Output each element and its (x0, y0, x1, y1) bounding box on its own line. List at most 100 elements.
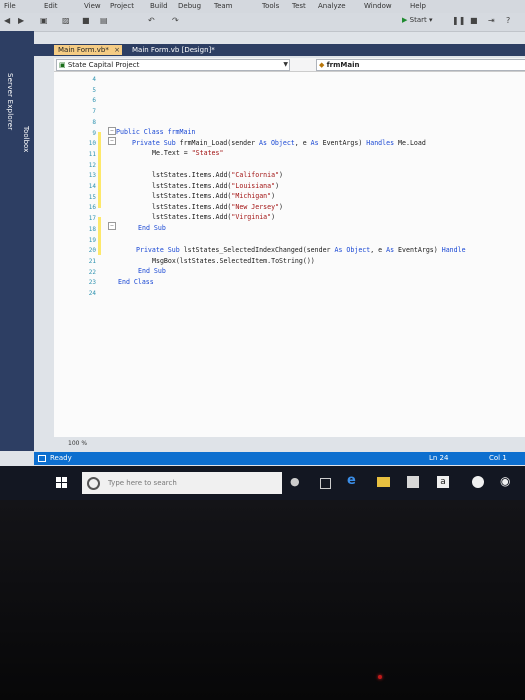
code-text: ) (271, 213, 276, 221)
code-text: EventArgs) (318, 139, 367, 147)
line-number: 9 (92, 129, 96, 137)
new-project-icon[interactable]: ▣ (40, 16, 48, 25)
start-label: Start (409, 16, 427, 24)
project-dropdown[interactable]: ▣ State Capital Project ▼ (56, 59, 290, 71)
save-icon[interactable]: ■ (82, 16, 90, 25)
task-view-icon[interactable] (320, 478, 331, 489)
code-line: lstStates.Items.Add("Virginia") (152, 213, 275, 221)
back-icon[interactable]: ◀ (4, 16, 10, 25)
status-ready: Ready (50, 454, 72, 462)
edge-icon[interactable]: e (347, 473, 360, 488)
keyword: Handles (366, 139, 395, 147)
menu-help[interactable]: Help (410, 2, 426, 10)
code-text: lstStates.Items.Add( (152, 213, 232, 221)
line-number: 24 (88, 290, 96, 297)
collapse-icon[interactable]: − (108, 222, 116, 230)
status-line: Ln 24 (429, 454, 449, 462)
keyword: As (386, 246, 395, 254)
project-dropdown-value: State Capital Project (67, 61, 140, 69)
store-icon[interactable] (407, 476, 419, 488)
forward-icon[interactable]: ▶ (18, 16, 24, 25)
amazon-icon[interactable]: a (437, 476, 449, 488)
line-number: 14 (88, 183, 96, 190)
menu-bar: File Edit View Project Build Debug Team … (0, 0, 525, 13)
code-text: Me.Load (394, 139, 426, 147)
line-number: 11 (88, 150, 96, 158)
menu-edit[interactable]: Edit (44, 2, 58, 10)
keyword: As (310, 139, 319, 147)
keyword: As Object (334, 246, 371, 254)
code-text: ) (275, 182, 280, 190)
line-number: 21 (88, 257, 96, 265)
menu-debug[interactable]: Debug (178, 2, 201, 10)
save-all-icon[interactable]: ▤ (100, 16, 108, 25)
code-line: Private Sub lstStates_SelectedIndexChang… (136, 246, 466, 254)
collapse-icon[interactable]: − (108, 127, 116, 135)
menu-file[interactable]: File (4, 2, 16, 10)
toolbox-tab[interactable]: Toolbox (22, 126, 30, 152)
taskbar-search-box[interactable]: Type here to search (82, 472, 282, 494)
line-number: 19 (88, 236, 96, 244)
indicator-light (378, 675, 382, 679)
server-explorer-tab[interactable]: Server Explorer (6, 73, 14, 130)
keyword: Private Sub (136, 246, 180, 254)
laptop-bezel (0, 500, 525, 700)
menu-build[interactable]: Build (150, 2, 168, 10)
chrome-icon[interactable]: ◉ (500, 474, 513, 488)
code-line: End Class (118, 278, 154, 286)
changed-lines-marker (98, 132, 101, 208)
app-icon[interactable] (472, 476, 484, 488)
menu-window[interactable]: Window (364, 2, 392, 10)
file-explorer-icon[interactable] (377, 477, 390, 487)
side-rail: Server Explorer Toolbox (0, 31, 34, 451)
search-placeholder: Type here to search (108, 479, 177, 487)
code-text: Me.Text = (152, 149, 192, 157)
menu-project[interactable]: Project (110, 2, 134, 10)
redo-icon[interactable]: ↷ (172, 16, 179, 25)
keyword: As Object (259, 139, 295, 147)
step-icon[interactable]: ⇥ (488, 16, 495, 25)
code-text: EventArgs) (394, 246, 442, 254)
start-button[interactable]: ▶ Start ▾ (402, 16, 432, 24)
pause-icon[interactable]: ❚❚ (452, 16, 465, 25)
menu-team[interactable]: Team (214, 2, 233, 10)
undo-icon[interactable]: ↶ (148, 16, 155, 25)
windows-start-icon[interactable] (56, 477, 67, 488)
code-text: ) (279, 171, 284, 179)
code-line: lstStates.Items.Add("California") (152, 171, 283, 179)
taskbar: Type here to search ● e a ◉ (0, 466, 525, 500)
zoom-level[interactable]: 100 % (68, 440, 87, 447)
open-icon[interactable]: ▨ (62, 16, 70, 25)
tab-main-form-code[interactable]: Main Form.vb* × (54, 45, 122, 55)
code-text: lstStates.Items.Add( (152, 171, 232, 179)
line-number: 22 (88, 268, 96, 276)
line-number: 18 (88, 225, 96, 233)
code-text: lstStates_SelectedIndexChanged(sender (179, 246, 335, 254)
code-line: Me.Text = "States" (152, 149, 223, 157)
string-literal: "Louisiana" (231, 182, 276, 190)
line-number: 10 (88, 140, 96, 148)
stop-icon[interactable]: ■ (470, 16, 478, 25)
class-dropdown[interactable]: ◆ frmMain ▼ (316, 59, 525, 71)
screen: File Edit View Project Build Debug Team … (0, 0, 525, 500)
line-number: 8 (92, 118, 96, 126)
menu-analyze[interactable]: Analyze (318, 2, 346, 10)
code-line: End Sub (138, 224, 166, 232)
line-number: 5 (92, 86, 96, 94)
menu-view[interactable]: View (84, 2, 101, 10)
line-number: 4 (92, 76, 96, 83)
tab-label: Main Form.vb* (58, 46, 109, 54)
output-icon (38, 455, 46, 462)
string-literal: "Virginia" (231, 213, 272, 221)
menu-test[interactable]: Test (292, 2, 306, 10)
microphone-icon[interactable]: ● (290, 475, 303, 488)
class-icon: ◆ (319, 61, 325, 69)
code-editor[interactable]: 4 5 6 7 8 9 10 11 12 13 14 15 16 17 18 19 20 21 22 23 24 − −… (54, 72, 525, 447)
collapse-icon[interactable]: − (108, 137, 116, 145)
close-icon[interactable]: × (114, 45, 120, 55)
help-icon[interactable]: ? (506, 16, 510, 25)
code-line: End Sub (138, 267, 166, 275)
code-text: , e (294, 139, 311, 147)
tab-main-form-design[interactable]: Main Form.vb [Design]* (128, 45, 236, 55)
menu-tools[interactable]: Tools (262, 2, 279, 10)
